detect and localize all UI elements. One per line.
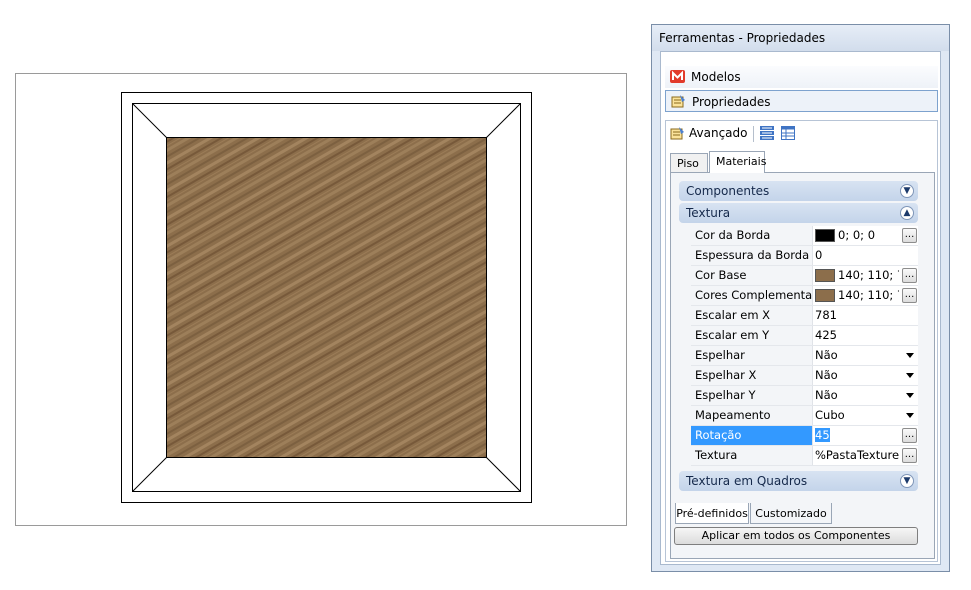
prop-row-espelhar-y[interactable]: Espelhar Y Não [691, 386, 918, 406]
nav-modelos[interactable]: Modelos [665, 66, 938, 88]
prop-label: Escalar em X [691, 306, 813, 325]
prop-row-cor-base[interactable]: Cor Base 140; 110; 7 ... [691, 266, 918, 286]
properties-icon [671, 95, 685, 108]
chevron-down-icon[interactable]: ▼ [900, 474, 914, 488]
prop-value[interactable]: 425 [815, 326, 899, 345]
prop-value[interactable]: Não [815, 346, 899, 365]
prop-value[interactable]: 0 [815, 246, 899, 265]
dropdown-arrow-icon[interactable] [906, 373, 914, 378]
window-body: Modelos Propriedades Avançado Piso Mater… [660, 51, 941, 565]
group-componentes-label: Componentes [686, 184, 770, 198]
ellipsis-button[interactable]: ... [902, 268, 917, 283]
prop-value[interactable]: %PastaTextures' [815, 446, 899, 465]
prop-label: Espelhar [691, 346, 813, 365]
prop-label: Textura [691, 446, 813, 465]
dropdown-arrow-icon[interactable] [906, 393, 914, 398]
group-textura-quadros-label: Textura em Quadros [686, 474, 808, 488]
prop-value-input[interactable]: 45 [815, 426, 899, 445]
prop-value[interactable]: 781 [815, 306, 899, 325]
prop-label: Escalar em Y [691, 326, 813, 345]
prop-label: Rotação [691, 426, 813, 445]
advanced-icon[interactable] [670, 126, 685, 141]
prop-value[interactable]: 140; 110; 7 [838, 286, 899, 305]
prop-row-escalar-y[interactable]: Escalar em Y 425 [691, 326, 918, 346]
prop-label: Espelhar X [691, 366, 813, 385]
tabs-bar: Piso Materiais [670, 151, 935, 173]
tab-materiais[interactable]: Materiais [709, 151, 766, 173]
color-swatch [815, 229, 835, 242]
color-swatch [815, 289, 835, 302]
prop-row-cor-borda[interactable]: Cor da Borda 0; 0; 0 ... [691, 226, 918, 246]
color-swatch [815, 269, 835, 282]
properties-window: Ferramentas - Propriedades Modelos Propr… [651, 24, 950, 572]
toolbar-separator [753, 126, 754, 142]
ellipsis-button[interactable]: ... [902, 288, 917, 303]
dropdown-arrow-icon[interactable] [906, 413, 914, 418]
models-icon [670, 70, 685, 83]
nav-propriedades[interactable]: Propriedades [665, 90, 938, 112]
group-textura-label: Textura [686, 206, 731, 220]
ellipsis-button[interactable]: ... [902, 448, 917, 463]
group-componentes[interactable]: Componentes ▼ [679, 181, 918, 201]
prop-row-espessura-borda[interactable]: Espessura da Borda 0 [691, 246, 918, 266]
tab-customizado[interactable]: Customizado [750, 503, 832, 524]
prop-row-espelhar[interactable]: Espelhar Não [691, 346, 918, 366]
properties-panel: Avançado Piso Materiais Componentes ▼ Te… [665, 120, 938, 562]
advanced-label[interactable]: Avançado [689, 126, 747, 140]
dropdown-arrow-icon[interactable] [906, 353, 914, 358]
prop-row-mapeamento[interactable]: Mapeamento Cubo [691, 406, 918, 426]
prop-value[interactable]: Cubo [815, 406, 899, 425]
prop-value[interactable]: 45 [815, 428, 830, 442]
nav-modelos-label: Modelos [691, 70, 741, 84]
window-title: Ferramentas - Propriedades [652, 25, 949, 51]
prop-value[interactable]: 140; 110; 7 [838, 266, 899, 285]
table-view-icon[interactable] [780, 125, 796, 141]
tab-piso[interactable]: Piso [670, 153, 708, 173]
group-textura-quadros[interactable]: Textura em Quadros ▼ [679, 471, 918, 491]
chevron-up-icon[interactable]: ▲ [900, 206, 914, 220]
panel-toolbar: Avançado [666, 121, 937, 147]
prop-row-escalar-x[interactable]: Escalar em X 781 [691, 306, 918, 326]
materiais-tab-panel: Componentes ▼ Textura ▲ Cor da Borda 0; … [670, 172, 935, 559]
prop-label: Mapeamento [691, 406, 813, 425]
apply-all-components-button[interactable]: Aplicar em todos os Componentes [674, 527, 918, 545]
prop-label: Cor Base [691, 266, 813, 285]
prop-value[interactable]: Não [815, 366, 899, 385]
nav-propriedades-label: Propriedades [692, 95, 771, 109]
floor-plan-drawing[interactable] [121, 92, 532, 503]
prop-label: Cores Complementares [691, 286, 813, 305]
floor-texture-surface[interactable] [166, 137, 487, 458]
ellipsis-button[interactable]: ... [902, 428, 917, 443]
subtabs-bar: Pré-definidos Customizado [675, 503, 930, 525]
tab-predefinidos[interactable]: Pré-definidos [675, 503, 749, 524]
prop-row-textura[interactable]: Textura %PastaTextures' ... [691, 446, 918, 466]
prop-label: Espelhar Y [691, 386, 813, 405]
group-textura[interactable]: Textura ▲ [679, 203, 918, 223]
prop-row-cores-complementares[interactable]: Cores Complementares 140; 110; 7 ... [691, 286, 918, 306]
prop-label: Cor da Borda [691, 226, 813, 245]
prop-label: Espessura da Borda [691, 246, 813, 265]
prop-value[interactable]: Não [815, 386, 899, 405]
prop-value[interactable]: 0; 0; 0 [838, 226, 899, 245]
prop-row-espelhar-x[interactable]: Espelhar X Não [691, 366, 918, 386]
chevron-down-icon[interactable]: ▼ [900, 184, 914, 198]
ellipsis-button[interactable]: ... [902, 228, 917, 243]
prop-row-rotacao[interactable]: Rotação 45 ... [691, 426, 918, 446]
categorized-view-icon[interactable] [759, 125, 775, 141]
